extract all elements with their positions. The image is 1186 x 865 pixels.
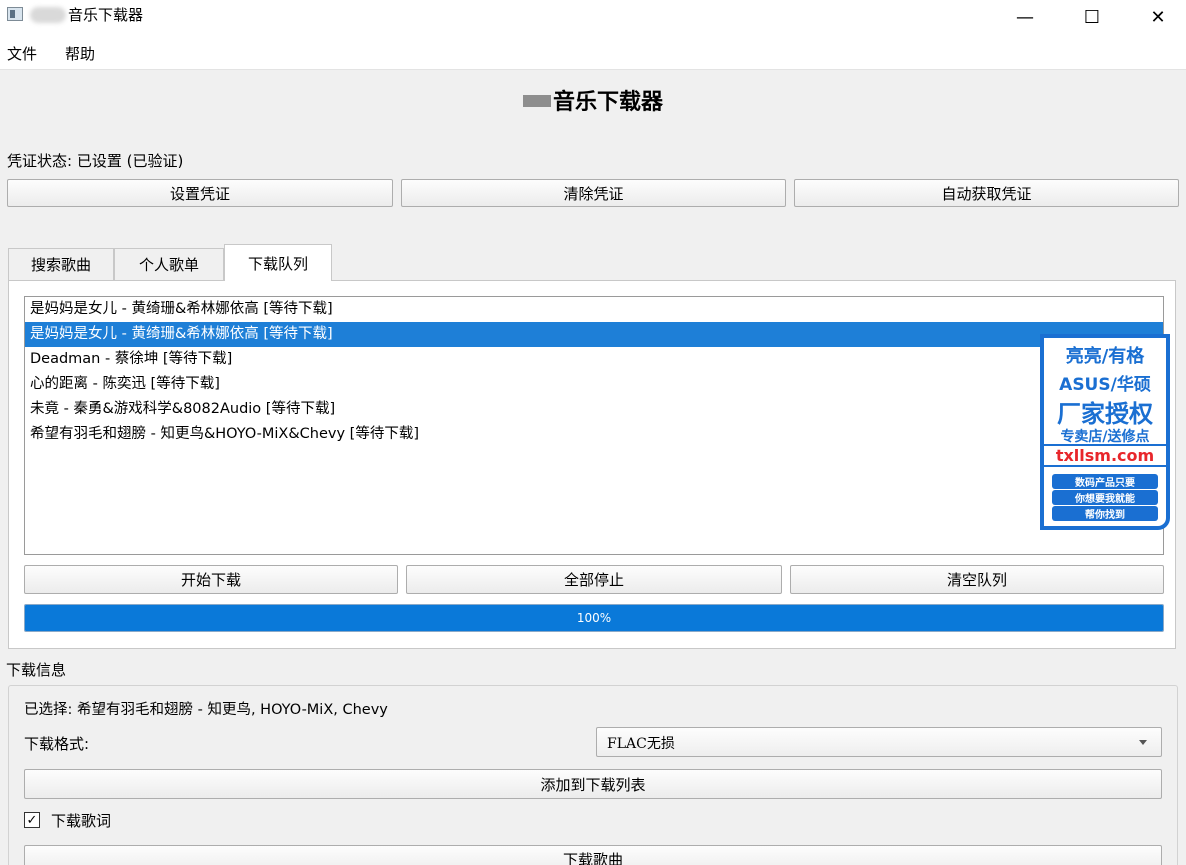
close-button[interactable]: ✕ bbox=[1135, 0, 1181, 34]
menu-file[interactable]: 文件 bbox=[7, 43, 37, 64]
watermark-stamp: 亮亮/有格 ASUS/华硕 厂家授权 专卖店/送修点 txllsm.com 数码… bbox=[1040, 334, 1170, 530]
list-item[interactable]: 未竟 - 秦勇&游戏科学&8082Audio [等待下载] bbox=[25, 397, 1163, 422]
redacted-title-prefix bbox=[522, 95, 551, 107]
clear-credential-button[interactable]: 清除凭证 bbox=[401, 179, 786, 207]
set-credential-button[interactable]: 设置凭证 bbox=[7, 179, 393, 207]
clear-queue-button[interactable]: 清空队列 bbox=[790, 565, 1164, 594]
format-label: 下载格式: bbox=[24, 735, 90, 753]
watermark-line: 亮亮/有格 bbox=[1065, 346, 1145, 367]
minimize-button[interactable]: — bbox=[1002, 0, 1048, 34]
watermark-subline: 你想要我就能 bbox=[1052, 490, 1158, 505]
window-title: 音乐下载器 bbox=[68, 6, 144, 24]
watermark-url: txllsm.com bbox=[1044, 444, 1166, 467]
page-title: 音乐下载器 bbox=[0, 84, 1186, 116]
watermark-line: 专卖店/送修点 bbox=[1060, 429, 1150, 445]
selected-song-text: 已选择: 希望有羽毛和翅膀 - 知更鸟, HOYO-MiX, Chevy bbox=[24, 702, 388, 718]
download-queue-panel: 是妈妈是女儿 - 黄绮珊&希林娜依高 [等待下载] 是妈妈是女儿 - 黄绮珊&希… bbox=[8, 280, 1176, 649]
checkmark-icon: ✓ bbox=[26, 812, 38, 828]
stop-all-button[interactable]: 全部停止 bbox=[406, 565, 782, 594]
watermark-subline: 数码产品只要 bbox=[1052, 474, 1158, 489]
queue-list[interactable]: 是妈妈是女儿 - 黄绮珊&希林娜依高 [等待下载] 是妈妈是女儿 - 黄绮珊&希… bbox=[24, 296, 1164, 555]
start-download-button[interactable]: 开始下载 bbox=[24, 565, 398, 594]
menu-bar: 文件 帮助 bbox=[0, 34, 1186, 70]
page-title-text: 音乐下载器 bbox=[552, 89, 663, 115]
maximize-button[interactable]: ☐ bbox=[1069, 0, 1115, 34]
format-select[interactable]: FLAC无损 bbox=[596, 727, 1162, 757]
list-item[interactable]: 希望有羽毛和翅膀 - 知更鸟&HOYO-MiX&Chevy [等待下载] bbox=[25, 422, 1163, 447]
add-to-list-button[interactable]: 添加到下载列表 bbox=[24, 769, 1162, 799]
app-window: 音乐下载器 — ☐ ✕ 文件 帮助 音乐下载器 凭证状态: 已设置 (已验证) … bbox=[0, 0, 1186, 865]
auto-credential-button[interactable]: 自动获取凭证 bbox=[794, 179, 1179, 207]
download-song-button[interactable]: 下载歌曲 bbox=[24, 845, 1162, 865]
list-item[interactable]: 是妈妈是女儿 - 黄绮珊&希林娜依高 [等待下载] bbox=[25, 297, 1163, 322]
watermark-line: 厂家授权 bbox=[1057, 400, 1153, 428]
tab-download-queue[interactable]: 下载队列 bbox=[224, 244, 332, 281]
tab-search-songs[interactable]: 搜索歌曲 bbox=[8, 248, 114, 280]
credential-status: 凭证状态: 已设置 (已验证) bbox=[7, 152, 184, 170]
list-item[interactable]: 心的距离 - 陈奕迅 [等待下载] bbox=[25, 372, 1163, 397]
progress-text: 100% bbox=[576, 611, 612, 625]
lyrics-checkbox[interactable]: ✓ bbox=[24, 812, 40, 828]
lyrics-checkbox-label: 下载歌词 bbox=[51, 812, 112, 830]
format-select-value: FLAC无损 bbox=[607, 736, 675, 752]
title-bar: 音乐下载器 — ☐ ✕ bbox=[0, 0, 1186, 34]
download-info-label: 下载信息 bbox=[6, 661, 67, 679]
chevron-down-icon bbox=[1139, 740, 1147, 745]
redacted-title-prefix bbox=[30, 7, 66, 23]
watermark-subline: 帮你找到 bbox=[1052, 506, 1158, 521]
download-progress-bar: 100% bbox=[24, 604, 1164, 632]
list-item[interactable]: Deadman - 蔡徐坤 [等待下载] bbox=[25, 347, 1163, 372]
list-item-selected[interactable]: 是妈妈是女儿 - 黄绮珊&希林娜依高 [等待下载] bbox=[25, 322, 1163, 347]
app-icon bbox=[7, 7, 23, 21]
menu-help[interactable]: 帮助 bbox=[65, 43, 95, 64]
tab-playlists[interactable]: 个人歌单 bbox=[114, 248, 224, 280]
watermark-line: ASUS/华硕 bbox=[1059, 375, 1151, 395]
